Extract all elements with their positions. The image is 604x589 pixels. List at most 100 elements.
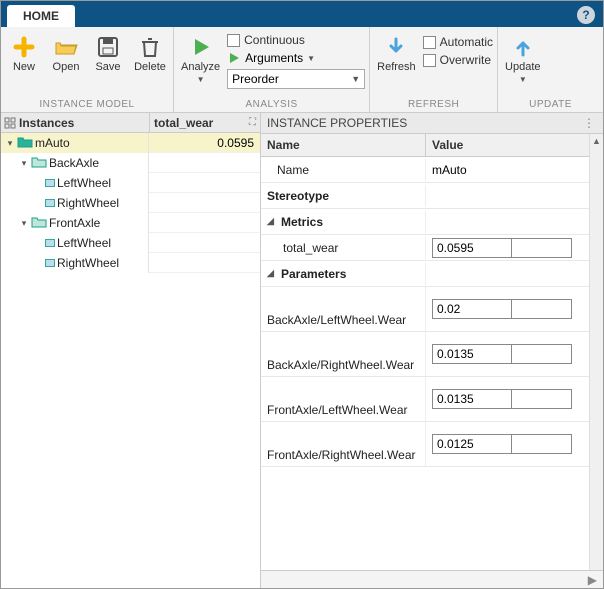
tree-value bbox=[149, 213, 260, 233]
open-button[interactable]: Open bbox=[47, 33, 85, 75]
property-value-input[interactable] bbox=[432, 344, 512, 364]
continuous-checkbox[interactable]: Continuous bbox=[227, 33, 365, 47]
property-name: total_wear bbox=[261, 237, 426, 259]
property-row: BackAxle/LeftWheel.Wear bbox=[261, 287, 589, 332]
tree-value bbox=[149, 193, 260, 213]
tree-value bbox=[149, 173, 260, 193]
instances-col-label: Instances bbox=[19, 116, 74, 130]
folder-open-icon bbox=[54, 35, 78, 59]
property-value-input[interactable] bbox=[432, 434, 512, 454]
save-label: Save bbox=[95, 61, 120, 73]
component-icon bbox=[45, 239, 55, 247]
ribbon-group-instance-model: New Open Save Delete INSTANCE M bbox=[1, 27, 174, 112]
checkbox-icon bbox=[423, 36, 436, 49]
delete-button[interactable]: Delete bbox=[131, 33, 169, 75]
folder-open-icon bbox=[17, 136, 33, 151]
chevron-down-icon: ▼ bbox=[351, 74, 360, 84]
property-name: BackAxle/RightWheel.Wear bbox=[261, 332, 426, 376]
ribbon-group-update: Update ▼ UPDATE bbox=[498, 27, 603, 112]
open-label: Open bbox=[53, 61, 80, 73]
properties-title-text: INSTANCE PROPERTIES bbox=[267, 116, 407, 130]
property-name: Name bbox=[261, 159, 426, 181]
help-icon[interactable]: ? bbox=[577, 6, 595, 24]
update-button[interactable]: Update ▼ bbox=[502, 33, 543, 86]
property-value-cell bbox=[426, 297, 589, 321]
expand-icon[interactable]: ⛶ bbox=[249, 117, 256, 128]
property-name: BackAxle/LeftWheel.Wear bbox=[261, 287, 426, 331]
ribbon-group-label: INSTANCE MODEL bbox=[5, 97, 169, 112]
property-value-input[interactable] bbox=[432, 299, 512, 319]
scroll-right-icon[interactable]: ▶ bbox=[588, 573, 597, 587]
properties-columns: Name Value bbox=[261, 134, 589, 157]
play-small-icon bbox=[227, 51, 241, 65]
property-name: FrontAxle/LeftWheel.Wear bbox=[261, 377, 426, 421]
trash-icon bbox=[138, 35, 162, 59]
arguments-button[interactable]: Arguments ▼ bbox=[227, 51, 365, 65]
grid-icon bbox=[4, 117, 16, 129]
chevron-down-icon: ▼ bbox=[197, 75, 205, 84]
tree-row[interactable]: ▾mAuto0.0595 bbox=[1, 133, 260, 153]
tree-row[interactable]: ▾FrontAxle bbox=[1, 213, 260, 233]
tree-value bbox=[149, 233, 260, 253]
save-button[interactable]: Save bbox=[89, 33, 127, 75]
property-unit-box[interactable] bbox=[512, 299, 572, 319]
chevron-down-icon: ▼ bbox=[519, 75, 527, 84]
property-row: ◢Parameters bbox=[261, 261, 589, 287]
tree-row[interactable]: ▾ BackAxle bbox=[1, 153, 260, 173]
automatic-label: Automatic bbox=[440, 35, 493, 49]
tree-row[interactable]: RightWheel bbox=[1, 253, 260, 273]
expander-icon[interactable]: ▾ bbox=[5, 138, 15, 149]
main-area: Instances total_wear ⛶ ▾mAuto0.0595▾Back… bbox=[1, 113, 603, 588]
play-icon bbox=[189, 35, 213, 59]
new-label: New bbox=[13, 61, 35, 73]
component-icon bbox=[45, 259, 55, 267]
new-button[interactable]: New bbox=[5, 33, 43, 75]
tree-row[interactable]: LeftWheel bbox=[1, 233, 260, 253]
property-unit-box[interactable] bbox=[512, 434, 572, 454]
property-unit-box[interactable] bbox=[512, 238, 572, 258]
checkbox-icon bbox=[227, 34, 240, 47]
tab-home[interactable]: HOME bbox=[7, 5, 75, 27]
scroll-up-icon[interactable]: ▲ bbox=[590, 134, 603, 148]
tree-label: LeftWheel bbox=[57, 236, 111, 250]
tree-label: LeftWheel bbox=[57, 176, 111, 190]
property-row: Name mAuto bbox=[261, 157, 589, 183]
overwrite-checkbox[interactable]: Overwrite bbox=[423, 53, 493, 67]
property-unit-box[interactable] bbox=[512, 344, 572, 364]
property-value-input[interactable] bbox=[432, 238, 512, 258]
property-unit-box[interactable] bbox=[512, 389, 572, 409]
update-label: Update bbox=[505, 61, 540, 73]
tree-row[interactable]: LeftWheel bbox=[1, 173, 260, 193]
tree-label: RightWheel bbox=[57, 256, 119, 270]
checkbox-icon bbox=[423, 54, 436, 67]
instances-header: Instances total_wear ⛶ bbox=[1, 113, 260, 133]
property-value-cell bbox=[426, 220, 589, 224]
collapse-icon[interactable]: ◢ bbox=[267, 216, 277, 227]
property-row: ◢Metrics bbox=[261, 209, 589, 235]
collapse-icon[interactable]: ◢ bbox=[267, 268, 277, 279]
total-wear-col-label: total_wear bbox=[154, 116, 213, 130]
arrow-down-icon bbox=[384, 35, 408, 59]
instances-tree[interactable]: ▾mAuto0.0595▾BackAxleLeftWheelRightWheel… bbox=[1, 133, 260, 588]
refresh-button[interactable]: Refresh bbox=[374, 33, 419, 75]
component-icon bbox=[45, 179, 55, 187]
tree-label: BackAxle bbox=[49, 156, 99, 170]
property-value-input[interactable] bbox=[432, 389, 512, 409]
automatic-checkbox[interactable]: Automatic bbox=[423, 35, 493, 49]
tree-label: RightWheel bbox=[57, 196, 119, 210]
ribbon-group-label: UPDATE bbox=[502, 97, 599, 112]
arguments-label: Arguments bbox=[245, 51, 303, 65]
scrollbar[interactable]: ▲ bbox=[589, 134, 603, 570]
tree-value: 0.0595 bbox=[149, 133, 260, 153]
property-value-cell bbox=[426, 387, 589, 411]
ribbon-group-label: ANALYSIS bbox=[178, 97, 365, 112]
property-value-text: mAuto bbox=[432, 163, 467, 177]
expander-icon[interactable]: ▾ bbox=[19, 218, 29, 229]
more-icon[interactable]: ⋮ bbox=[583, 116, 597, 130]
tree-row[interactable]: RightWheel bbox=[1, 193, 260, 213]
expander-icon[interactable]: ▾ bbox=[19, 158, 29, 169]
property-value-cell: mAuto bbox=[426, 161, 589, 179]
analyze-button[interactable]: Analyze ▼ bbox=[178, 33, 223, 86]
property-name: ◢Parameters bbox=[261, 263, 426, 285]
analysis-order-combo[interactable]: Preorder ▼ bbox=[227, 69, 365, 89]
